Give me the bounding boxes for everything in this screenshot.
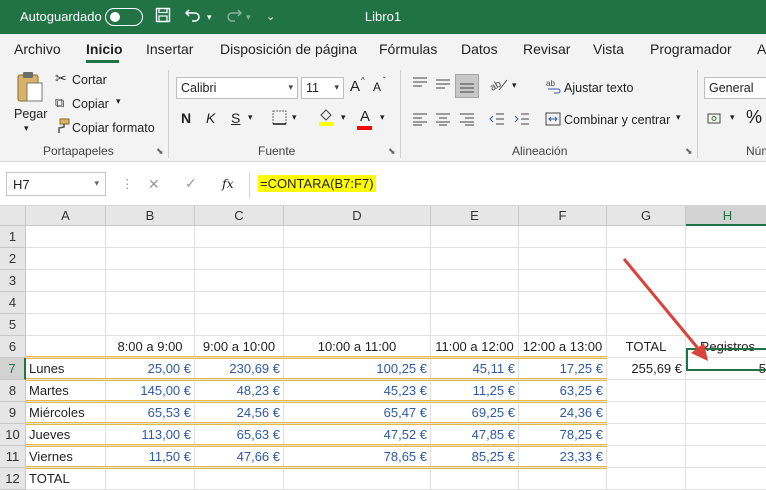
- red-arrow-head: [691, 343, 708, 361]
- annotation-arrow-layer: [622, 258, 708, 361]
- red-arrow-line: [622, 258, 703, 353]
